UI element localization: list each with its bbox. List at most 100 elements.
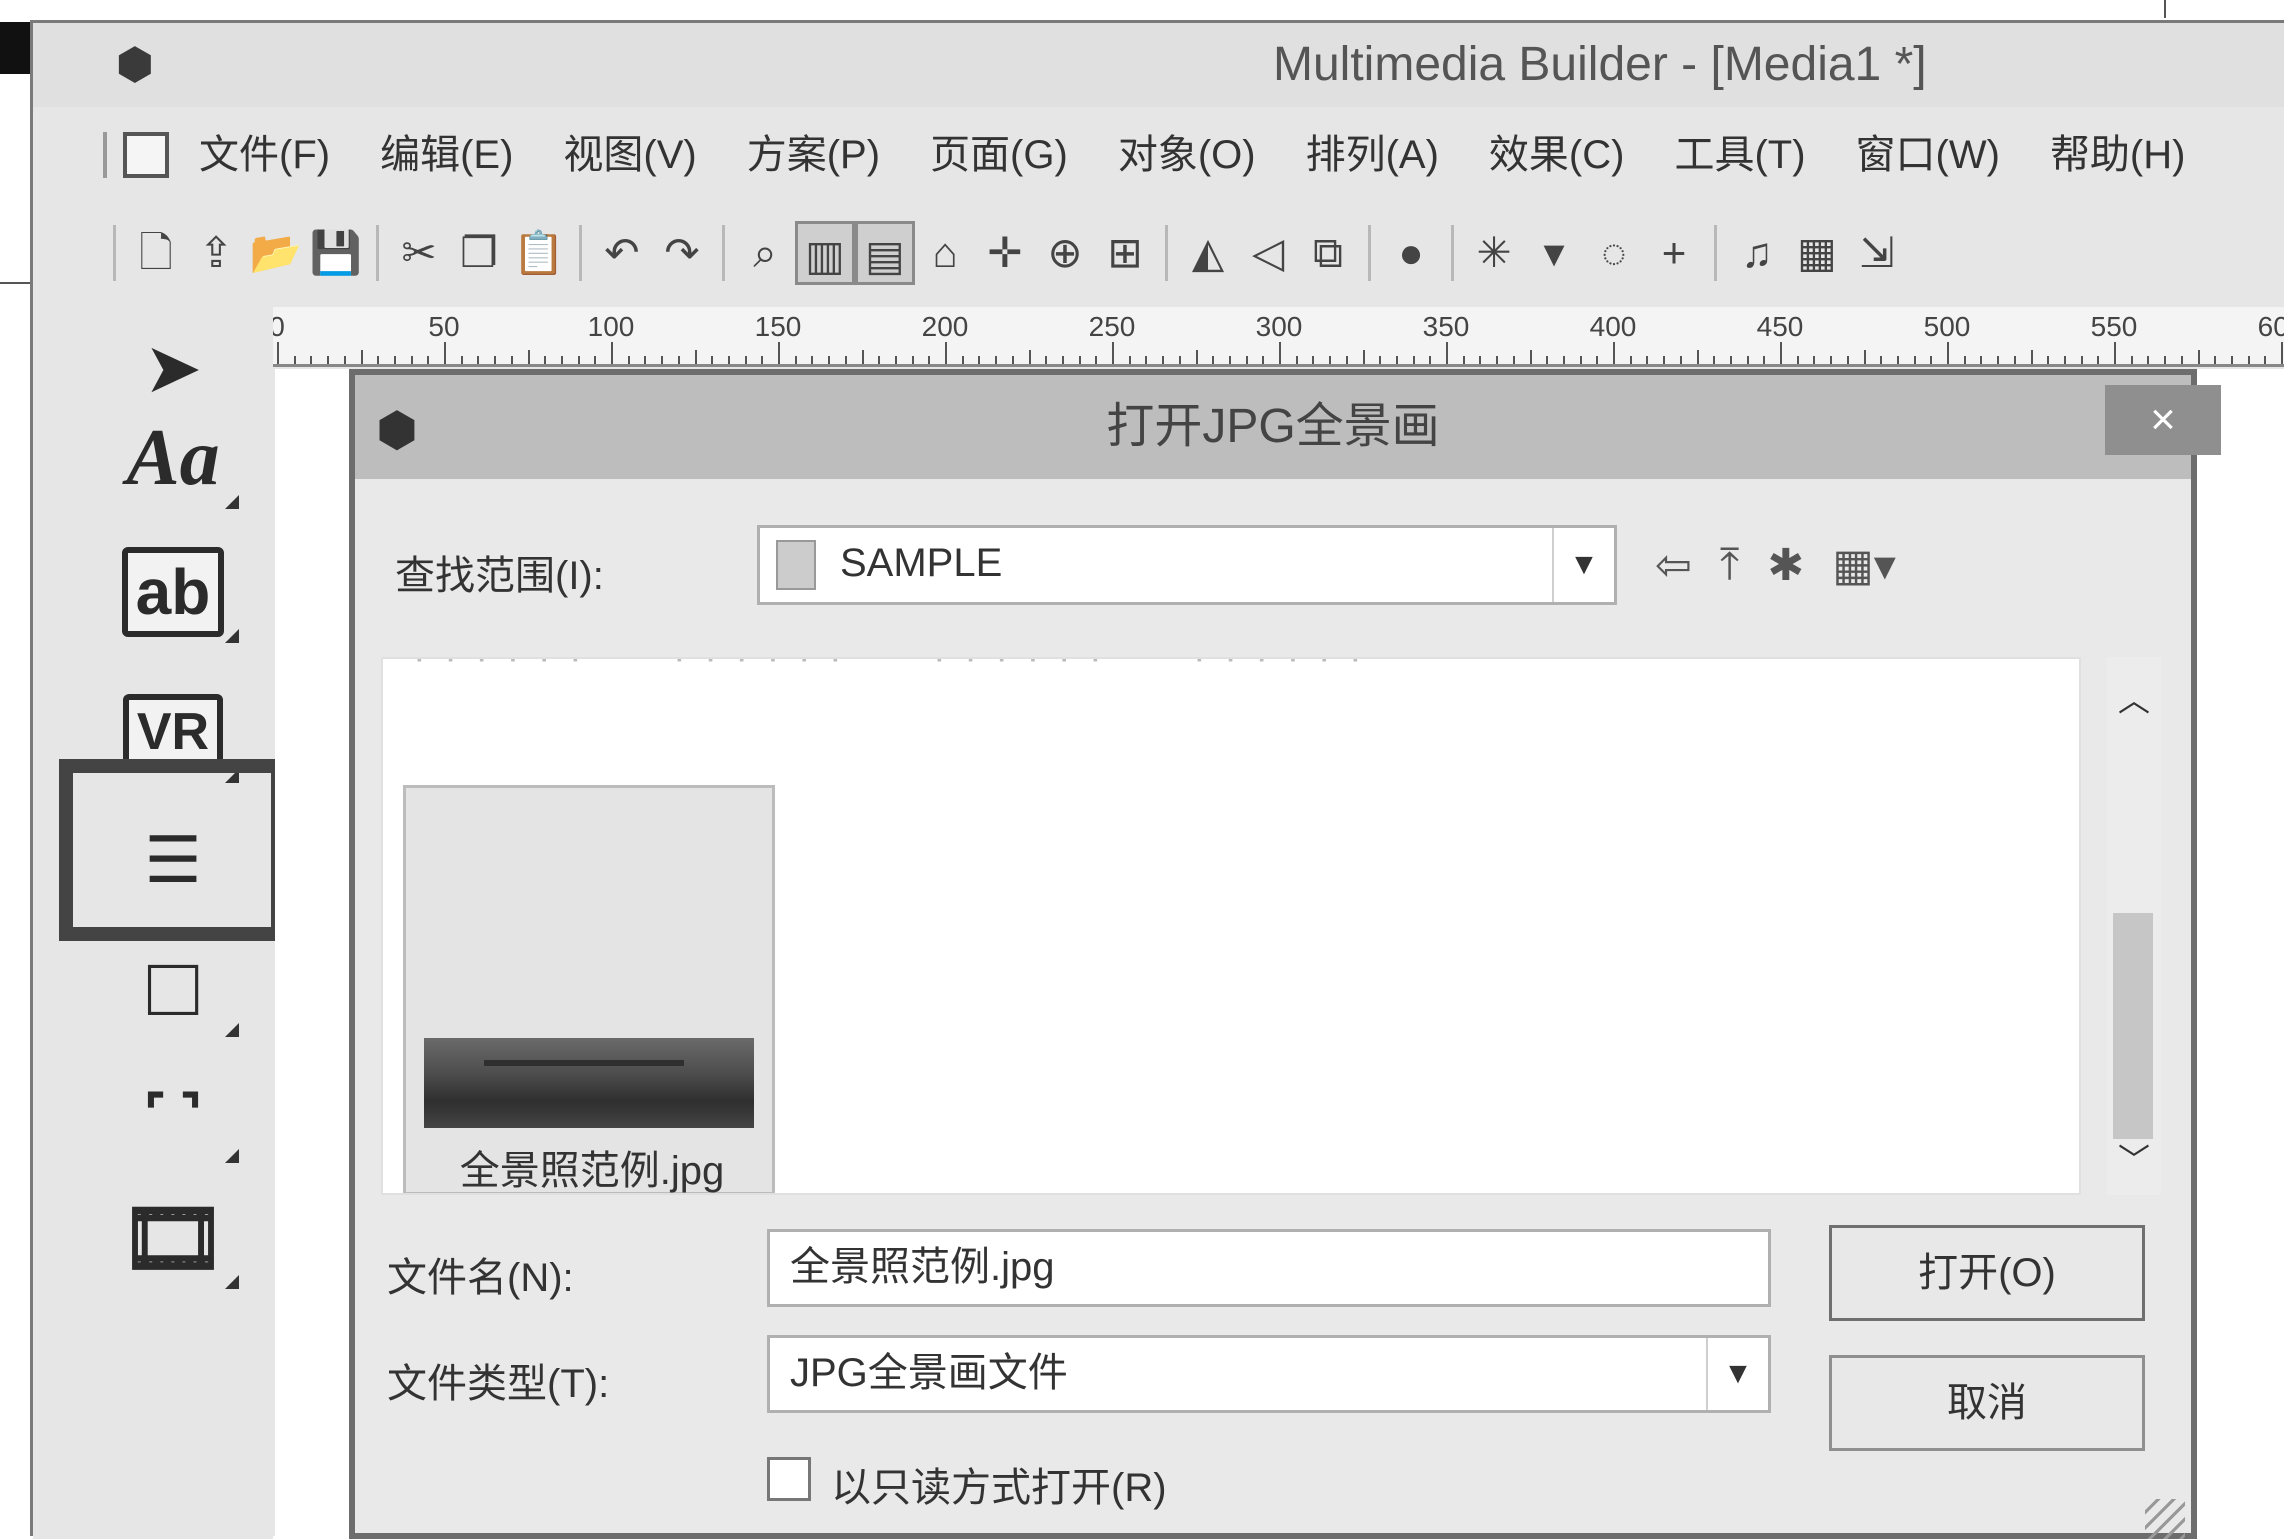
chart-icon[interactable]: ▦ — [1787, 221, 1847, 285]
ruler-tick — [1696, 350, 1699, 364]
sound-icon[interactable]: ♫ — [1727, 221, 1787, 285]
look-in-dropdown[interactable]: SAMPLE ▼ — [757, 525, 1617, 605]
horizontal-ruler: 0 50 100 150 200 250 300 350 400 450 500 550 600 — [273, 307, 2284, 367]
group-icon[interactable]: ⧉ — [1298, 221, 1358, 285]
chevron-down-icon[interactable]: ▼ — [1706, 1338, 1768, 1410]
lasso-icon[interactable]: ◌ — [1584, 221, 1644, 285]
ruler-tick — [1880, 356, 1883, 364]
page-view-icon[interactable]: ▤ — [855, 221, 915, 285]
menu-page[interactable]: 页面(G) — [930, 123, 1068, 187]
frame-tool[interactable]: ⌜ ⌝ — [93, 1047, 253, 1177]
toolbar-grip — [113, 225, 116, 281]
readonly-checkbox[interactable] — [767, 1457, 811, 1501]
resize-grip[interactable] — [2145, 1499, 2185, 1539]
open-button[interactable]: 打开(O) — [1829, 1225, 2145, 1321]
scroll-down-icon[interactable]: ﹀ — [2107, 1135, 2161, 1178]
submenu-corner-icon — [225, 495, 239, 509]
ruler-tick — [1395, 356, 1398, 364]
redo-icon[interactable]: ↷ — [652, 221, 712, 285]
toolbar-separator — [579, 225, 582, 281]
menu-object[interactable]: 对象(O) — [1118, 123, 1256, 187]
menu-tools[interactable]: 工具(T) — [1674, 123, 1805, 187]
export-icon[interactable]: ⇲ — [1847, 221, 1907, 285]
scroll-up-icon[interactable]: ︿ — [2107, 675, 2161, 718]
ruler-tick — [677, 356, 680, 364]
ruler-tick — [577, 356, 580, 364]
ruler-tick — [1429, 356, 1432, 364]
menu-arrange[interactable]: 排列(A) — [1306, 123, 1439, 187]
menu-project[interactable]: 方案(P) — [747, 123, 880, 187]
filename-input[interactable]: 全景照范例.jpg — [767, 1229, 1771, 1307]
app-logo-icon: ⬢ — [115, 40, 155, 89]
scroll-thumb[interactable] — [2113, 913, 2153, 1139]
cancel-button[interactable]: 取消 — [1829, 1355, 2145, 1451]
menu-effects[interactable]: 效果(C) — [1489, 123, 1625, 187]
text-tool[interactable]: Aa — [93, 393, 253, 523]
toolbar-separator — [376, 225, 379, 281]
ruler-tick — [293, 356, 296, 364]
ruler-label: 100 — [587, 311, 635, 342]
flip-icon[interactable]: ◭ — [1178, 221, 1238, 285]
ruler-tick — [460, 356, 463, 364]
undo-icon[interactable]: ↶ — [592, 221, 652, 285]
rectangle-tool-icon: □ — [147, 938, 199, 1033]
ruler-tick — [2047, 356, 2050, 364]
back-icon[interactable]: ⇦ — [1655, 540, 1692, 591]
ruler-tick — [1362, 350, 1365, 364]
new-icon[interactable]: 🗋 — [126, 221, 186, 285]
shape-icon[interactable]: ⌂ — [915, 221, 975, 285]
filetype-label: 文件类型(T): — [387, 1362, 610, 1406]
menu-view[interactable]: 视图(V) — [563, 123, 696, 187]
file-item[interactable]: 全景照范例.jpg — [403, 785, 775, 1193]
close-button[interactable]: × — [2105, 385, 2221, 455]
menu-file[interactable]: 文件(F) — [199, 123, 330, 187]
ruler-label: 550 — [2090, 311, 2138, 342]
toolbar-separator — [1714, 225, 1717, 281]
import-icon[interactable]: ⇪ — [186, 221, 246, 285]
film-tool[interactable]: 🎞 — [93, 1173, 253, 1303]
ruler-tick — [510, 356, 513, 364]
view-menu-icon[interactable]: ▦▾ — [1832, 540, 1896, 591]
grid-view-icon[interactable]: ▥ — [795, 221, 855, 285]
cut-icon[interactable]: ✂ — [389, 221, 449, 285]
ruler-tick — [761, 356, 764, 364]
menu-help[interactable]: 帮助(H) — [2050, 123, 2186, 187]
ruler-tick — [627, 356, 630, 364]
menu-window[interactable]: 窗口(W) — [1856, 123, 2000, 187]
ruler-tick — [1646, 356, 1649, 364]
ruler-tick — [343, 356, 346, 364]
find-icon[interactable]: ⌕ — [735, 221, 795, 285]
open-icon[interactable]: 📂 — [246, 221, 306, 285]
chevron-down-icon[interactable]: ▼ — [1552, 528, 1614, 602]
ruler-tick — [1028, 350, 1031, 364]
new-folder-icon[interactable]: ✱ — [1767, 540, 1804, 591]
ruler-tick — [1846, 356, 1849, 364]
file-list-scrollbar[interactable]: ︿ ﹀ — [2107, 657, 2161, 1195]
ruler-tick — [2197, 350, 2200, 364]
filetype-dropdown[interactable]: JPG全景画文件 ▼ — [767, 1335, 1771, 1413]
copy-icon[interactable]: ❐ — [449, 221, 509, 285]
save-icon[interactable]: 💾 — [306, 221, 366, 285]
ruler-tick — [2230, 356, 2233, 364]
ruler-tick — [1228, 356, 1231, 364]
magic-wand-icon[interactable]: ✳ — [1464, 221, 1524, 285]
readonly-label[interactable]: 以只读方式打开(R) — [831, 1455, 1167, 1513]
dropdown-arrow-icon[interactable]: ▾ — [1524, 221, 1584, 285]
snap-grid-icon[interactable]: ⊞ — [1095, 221, 1155, 285]
ruler-tick — [1863, 350, 1866, 364]
zoom-icon[interactable]: ⊕ — [1035, 221, 1095, 285]
file-list[interactable]: · · · · · · · · · · · · · · · · · · · · … — [381, 657, 2081, 1195]
crosshair-icon[interactable]: + — [1644, 221, 1704, 285]
menu-edit[interactable]: 编辑(E) — [380, 123, 513, 187]
ruler-tick — [1078, 356, 1081, 364]
paste-icon[interactable]: 📋 — [509, 221, 569, 285]
move-icon[interactable]: ✛ — [975, 221, 1035, 285]
ruler-tick — [1763, 356, 1766, 364]
textbox-tool[interactable]: ab — [93, 527, 253, 657]
up-folder-icon[interactable]: ⤒ — [1720, 540, 1739, 590]
align-icon[interactable]: ◁ — [1238, 221, 1298, 285]
ruler-tick — [2114, 342, 2116, 364]
ruler-tick — [1095, 356, 1098, 364]
app-window: ⬢ Multimedia Builder - [Media1 *] 文件(F) … — [30, 20, 2284, 1539]
record-icon[interactable]: ● — [1381, 221, 1441, 285]
